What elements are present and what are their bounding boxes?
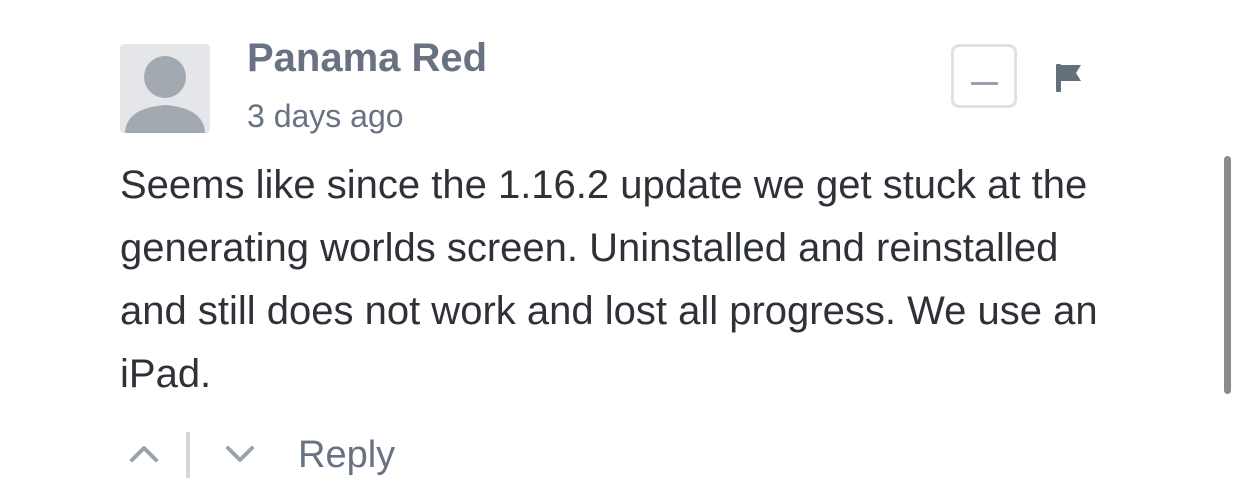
author-name[interactable]: Panama Red	[247, 32, 487, 84]
collapse-button[interactable]	[951, 44, 1017, 108]
flag-button[interactable]	[1052, 60, 1086, 96]
scrollbar[interactable]	[1222, 150, 1232, 396]
chevron-up-icon	[130, 446, 158, 462]
upvote-button[interactable]	[124, 434, 164, 474]
minus-icon	[971, 82, 998, 85]
default-user-icon	[125, 56, 205, 133]
comment-card: Panama Red 3 days ago Seems like since t…	[0, 0, 1242, 496]
timestamp[interactable]: 3 days ago	[247, 95, 404, 137]
comment-text: Seems like since the 1.16.2 update we ge…	[120, 163, 1098, 396]
chevron-down-icon	[226, 446, 254, 462]
vote-divider	[186, 432, 190, 478]
scrollbar-thumb[interactable]	[1224, 156, 1231, 394]
downvote-button[interactable]	[220, 434, 260, 474]
reply-button[interactable]: Reply	[298, 432, 395, 478]
flag-icon	[1056, 64, 1081, 92]
avatar[interactable]	[120, 44, 210, 133]
